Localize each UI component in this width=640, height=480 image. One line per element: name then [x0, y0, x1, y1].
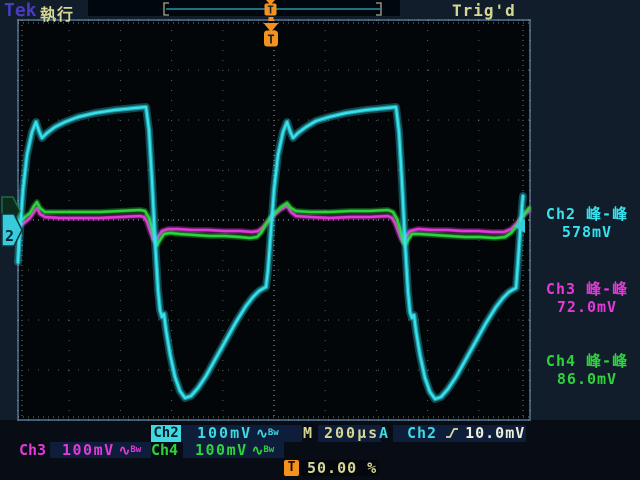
horizontal-trigger-badge: T — [284, 460, 299, 476]
ch3-channel-label: Ch3 — [19, 442, 46, 458]
channel2-marker-number: 2 — [5, 227, 14, 245]
rising-edge-icon — [445, 426, 459, 443]
measurement-ch2-label: Ch2 峰-峰 — [534, 205, 640, 223]
trigger-level-value: 10.0mV — [465, 424, 525, 442]
record-view-bar: T — [88, 0, 400, 17]
ch2-scale-value: 100mV — [197, 424, 252, 442]
ch2-coupling-icon: ∿ — [256, 426, 268, 442]
measurement-ch2-pkpk: Ch2 峰-峰 578mV — [534, 205, 640, 241]
ch3-scale-value: 100mV — [62, 441, 115, 459]
trigger-flag-tick — [269, 17, 274, 21]
trigger-readout: Ch2 10.0mV — [393, 425, 526, 442]
ch2-channel-badge: Ch2 — [151, 425, 181, 442]
timebase-readout: 200μs — [318, 425, 381, 442]
horizontal-position-readout: 50.00 % — [301, 460, 379, 476]
measurement-ch3-value: 72.0mV — [534, 298, 640, 316]
acquisition-status: 執行 — [40, 1, 74, 25]
measurement-ch4-value: 86.0mV — [534, 370, 640, 388]
timebase-prefix: M — [303, 425, 314, 442]
ch4-coupling-icon: ∿ — [252, 443, 264, 459]
ch4-bandwidth-icon: Bw — [263, 445, 274, 455]
measurement-ch2-value: 578mV — [534, 223, 640, 241]
record-view-track — [88, 0, 400, 16]
measurement-ch3-pkpk: Ch3 峰-峰 72.0mV — [534, 280, 640, 316]
ch3-bandwidth-icon: Bw — [130, 445, 141, 455]
measurement-ch3-label: Ch3 峰-峰 — [534, 280, 640, 298]
measurement-ch4-label: Ch4 峰-峰 — [534, 352, 640, 370]
trigger-status: Trig'd — [452, 1, 516, 20]
ch2-scale-readout: 100mV∿Bw — [181, 425, 302, 442]
oscilloscope-screen: T T 2 Tek 執行 Trig'd Ch2 峰-峰 578mV Ch3 峰-… — [0, 0, 640, 480]
trigger-source: Ch2 — [407, 424, 437, 442]
ch4-scale-value: 100mV — [195, 441, 248, 459]
measurement-ch4-pkpk: Ch4 峰-峰 86.0mV — [534, 352, 640, 388]
ch3-coupling-icon: ∿ — [119, 443, 131, 459]
trigger-mode-label: A — [379, 425, 390, 442]
tek-logo: Tek — [4, 0, 37, 21]
trigger-flag-letter: T — [267, 33, 274, 47]
trigger-position-badge-letter: T — [267, 4, 274, 17]
ch2-bandwidth-icon: Bw — [268, 428, 279, 438]
ch4-scale-readout: 100mV∿Bw — [183, 442, 284, 458]
ch3-scale-readout: 100mV∿Bw — [50, 442, 151, 458]
ch4-channel-label: Ch4 — [151, 442, 178, 458]
